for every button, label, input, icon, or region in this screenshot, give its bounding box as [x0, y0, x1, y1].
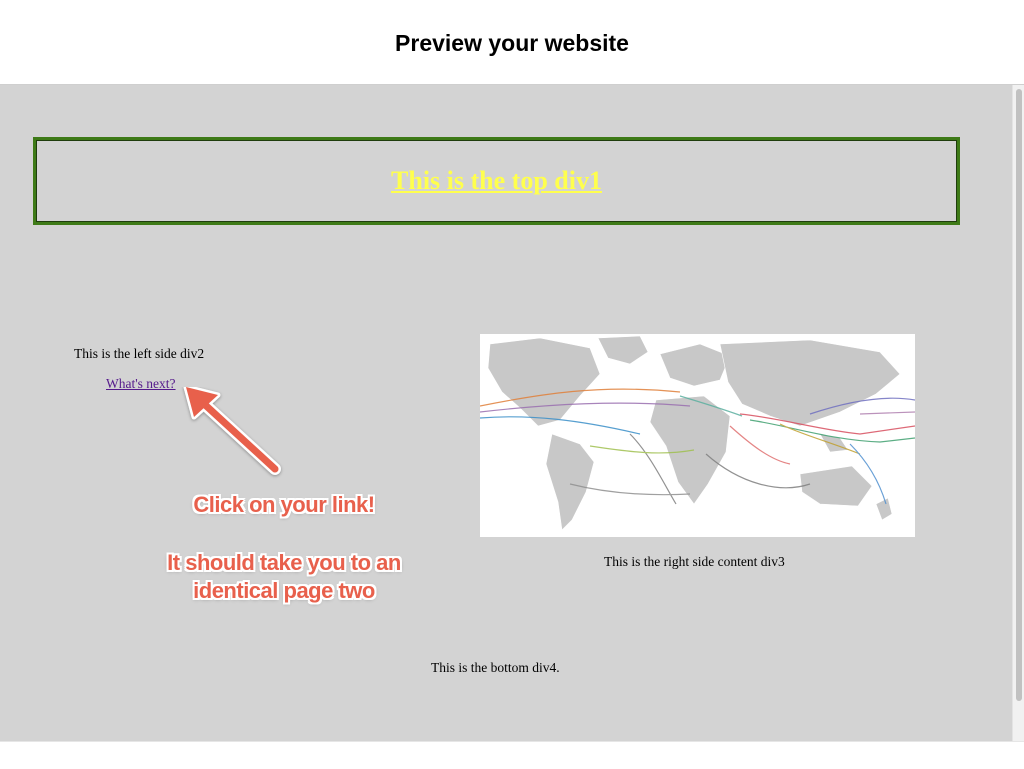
- vertical-scrollbar[interactable]: [1012, 85, 1024, 741]
- right-div-text: This is the right side content div3: [604, 554, 785, 569]
- website-preview: This is the top div1 This is the left si…: [0, 85, 1012, 741]
- callout-line-1: It should take you to an: [167, 550, 401, 575]
- left-div-text: This is the left side div2: [74, 346, 205, 361]
- arrow-icon: [183, 387, 281, 475]
- header-title: Preview your website: [395, 29, 629, 56]
- world-cable-map-image: [480, 334, 915, 537]
- top-div-link[interactable]: This is the top div1: [391, 166, 602, 196]
- preview-header: Preview your website: [0, 0, 1024, 85]
- callout-click-link: Click on your link!: [193, 492, 375, 517]
- callout-line-2: identical page two: [193, 578, 375, 603]
- top-div1: This is the top div1: [33, 137, 960, 225]
- whats-next-link[interactable]: What's next?: [106, 376, 176, 392]
- scrollbar-thumb[interactable]: [1016, 89, 1022, 701]
- bottom-div-text: This is the bottom div4.: [431, 660, 560, 675]
- footer-strip: [0, 741, 1024, 769]
- callout-page-two: It should take you to an identical page …: [130, 549, 438, 605]
